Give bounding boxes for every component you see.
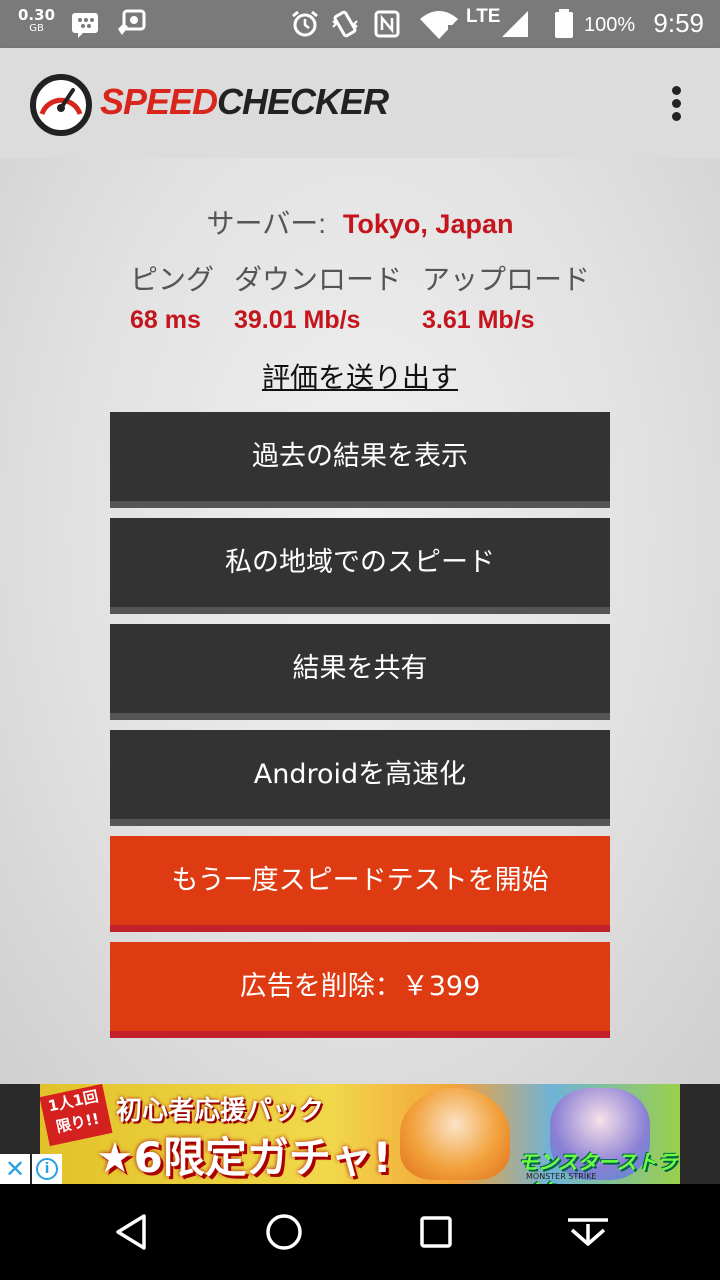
logo-checker-text: CHECKER [217,81,389,122]
speedometer-logo-icon [30,74,92,136]
network-type: LTE [466,6,501,27]
ad-banner: 1人1回限り!! 初心者応援パック ★6限定ガチャ! モンスターストライク MO… [0,1084,720,1184]
results-panel: サーバー: Tokyo, Japan ピング 68 ms ダウンロード 39.0… [0,158,720,1084]
logo-speed-text: SPEED [100,81,218,122]
server-row: サーバー: Tokyo, Japan [0,202,720,242]
battery-level: 100% [584,14,636,36]
recents-icon[interactable] [412,1208,460,1256]
data-usage-unit: GB [29,23,44,34]
wifi-icon [420,11,458,39]
back-icon[interactable] [108,1208,156,1256]
data-usage: 0.30 GB [18,8,55,36]
hide-keyboard-icon[interactable] [564,1208,612,1256]
download-label: ダウンロード [234,264,403,295]
rate-app-link[interactable]: 評価を送り出す [0,356,720,396]
download-metric: ダウンロード 39.01 Mb/s [234,258,402,335]
restart-test-button[interactable]: もう一度スピードテストを開始 [110,836,610,932]
upload-metric: アップロード 3.61 Mb/s [422,258,590,335]
upload-value: 3.61 Mb/s [422,306,535,334]
remove-ads-button[interactable]: 広告を削除：￥399 [110,942,610,1038]
ping-label: ピング [130,264,215,295]
alarm-icon [292,10,318,37]
bbm-icon [72,13,98,38]
upload-label: アップロード [422,264,591,295]
signal-icon [502,11,528,37]
ping-value: 68 ms [130,306,201,334]
app-bar: SPEEDCHECKER [0,48,720,158]
share-results-button[interactable]: 結果を共有 [110,624,610,720]
info-icon[interactable]: i [32,1154,62,1184]
more-vert-icon[interactable] [664,84,688,124]
home-icon[interactable] [260,1208,308,1256]
ad-character-image [400,1088,510,1180]
clock: 9:59 [653,8,704,38]
navigation-bar [0,1184,720,1280]
view-history-button[interactable]: 過去の結果を表示 [110,412,610,508]
vibrate-icon [332,10,358,38]
battery-icon [555,9,573,38]
speed-up-android-button[interactable]: Androidを高速化 [110,730,610,826]
nfc-icon [374,10,400,38]
app-logo: SPEEDCHECKER [100,81,389,123]
close-icon[interactable]: ✕ [0,1154,30,1184]
server-label: サーバー: [206,208,327,239]
server-value: Tokyo, Japan [342,209,514,239]
ad-brand-sub: MONSTER STRIKE [526,1172,597,1181]
ad-headline: 初心者応援パック [116,1096,325,1126]
ping-metric: ピング 68 ms [130,258,214,335]
local-speed-button[interactable]: 私の地域でのスピード [110,518,610,614]
status-bar: 0.30 GB LTE 100% 9:59 [0,0,720,48]
download-value: 39.01 Mb/s [234,306,361,334]
ad-subheadline: ★6限定ガチャ! [96,1133,392,1182]
screenshot-icon [118,9,146,35]
ad-creative[interactable]: 1人1回限り!! 初心者応援パック ★6限定ガチャ! モンスターストライク MO… [40,1084,680,1184]
